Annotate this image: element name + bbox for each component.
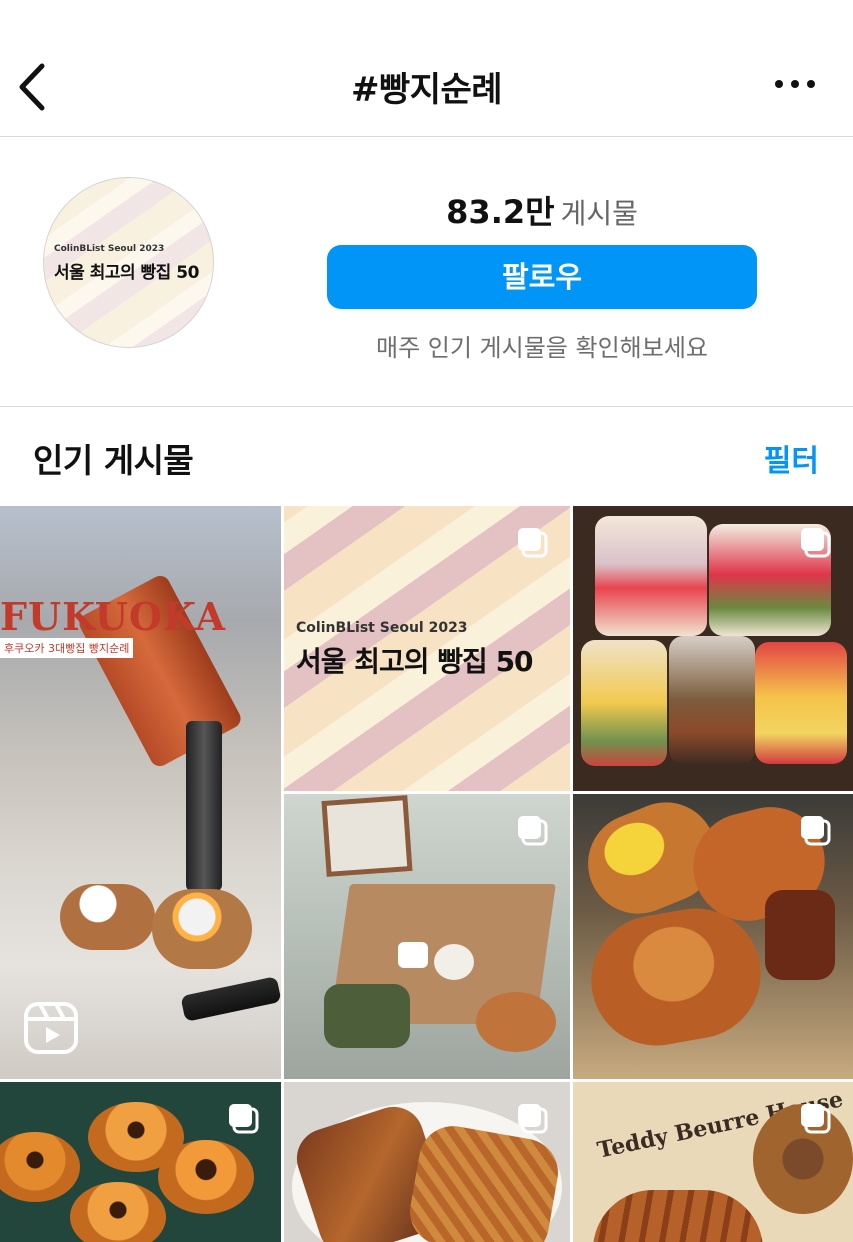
avatar-title: 서울 최고의 빵집 50	[54, 263, 199, 283]
carousel-icon	[801, 528, 831, 558]
hashtag-avatar: ColinBList Seoul 2023 서울 최고의 빵집 50	[43, 177, 214, 348]
chair-image	[324, 984, 410, 1048]
post-tile-2[interactable]: ColinBList Seoul 2023 서울 최고의 빵집 50	[284, 506, 570, 791]
hashtag-profile: ColinBList Seoul 2023 서울 최고의 빵집 50 83.2만…	[0, 137, 853, 407]
carousel-icon	[801, 1104, 831, 1134]
post-tile-5[interactable]	[573, 794, 853, 1079]
carousel-icon	[518, 1104, 548, 1134]
post-count-label: 게시물	[560, 197, 638, 230]
egg-tart-image	[0, 1132, 80, 1202]
bun-image	[152, 889, 252, 969]
egg-tart-image	[70, 1182, 166, 1242]
picture-frame-image	[321, 795, 413, 877]
pastry-image	[404, 1120, 564, 1242]
avatar-subtitle: ColinBList Seoul 2023	[54, 244, 165, 254]
plate-image	[434, 944, 474, 980]
post-count: 83.2만 게시물	[327, 187, 757, 233]
bun-image	[60, 884, 155, 950]
carousel-icon	[518, 528, 548, 558]
more-options-button[interactable]	[775, 72, 815, 96]
top-bar: #빵지순례	[0, 0, 853, 137]
coffee-cup-image	[398, 942, 428, 968]
torch-nozzle-image	[186, 721, 222, 891]
overlay-subtitle: 후쿠오카 3대빵집 빵지순례	[0, 638, 134, 658]
post-tile-1[interactable]: FUKUOKA 후쿠오카 3대빵집 빵지순례	[0, 506, 281, 1079]
bread-image	[581, 898, 771, 1056]
carousel-icon	[229, 1104, 259, 1134]
profile-subtitle: 매주 인기 게시물을 확인해보세요	[375, 334, 708, 362]
canele-image	[765, 890, 835, 980]
overlay-title: FUKUOKA	[0, 594, 227, 639]
reels-icon	[24, 1002, 78, 1054]
carousel-icon	[518, 816, 548, 846]
bread-slice-image	[669, 636, 755, 764]
post-grid: FUKUOKA 후쿠오카 3대빵집 빵지순례 ColinBList Seoul …	[0, 506, 853, 1242]
filter-button[interactable]: 필터	[764, 436, 819, 480]
knife-image	[180, 976, 281, 1022]
bread-slice-image	[755, 642, 847, 764]
overlay-title: 서울 최고의 빵집 50	[296, 645, 534, 678]
section-title: 인기 게시물	[33, 441, 194, 480]
more-horizontal-icon	[775, 80, 815, 88]
post-tile-7[interactable]	[284, 1082, 570, 1242]
egg-tart-image	[158, 1140, 254, 1214]
post-tile-4[interactable]	[284, 794, 570, 1079]
follow-button[interactable]: 팔로우	[327, 245, 757, 309]
page-title: #빵지순례	[350, 70, 503, 110]
overlay-subtitle: ColinBList Seoul 2023	[296, 620, 468, 636]
post-tile-6[interactable]	[0, 1082, 281, 1242]
post-tile-3[interactable]	[573, 506, 853, 791]
stool-image	[476, 992, 556, 1052]
bread-slice-image	[581, 640, 667, 766]
carousel-icon	[801, 816, 831, 846]
post-count-value: 83.2만	[446, 193, 555, 231]
croissant-image	[593, 1190, 763, 1242]
post-tile-8[interactable]: Teddy Beurre House	[573, 1082, 853, 1242]
bread-slice-image	[595, 516, 707, 636]
